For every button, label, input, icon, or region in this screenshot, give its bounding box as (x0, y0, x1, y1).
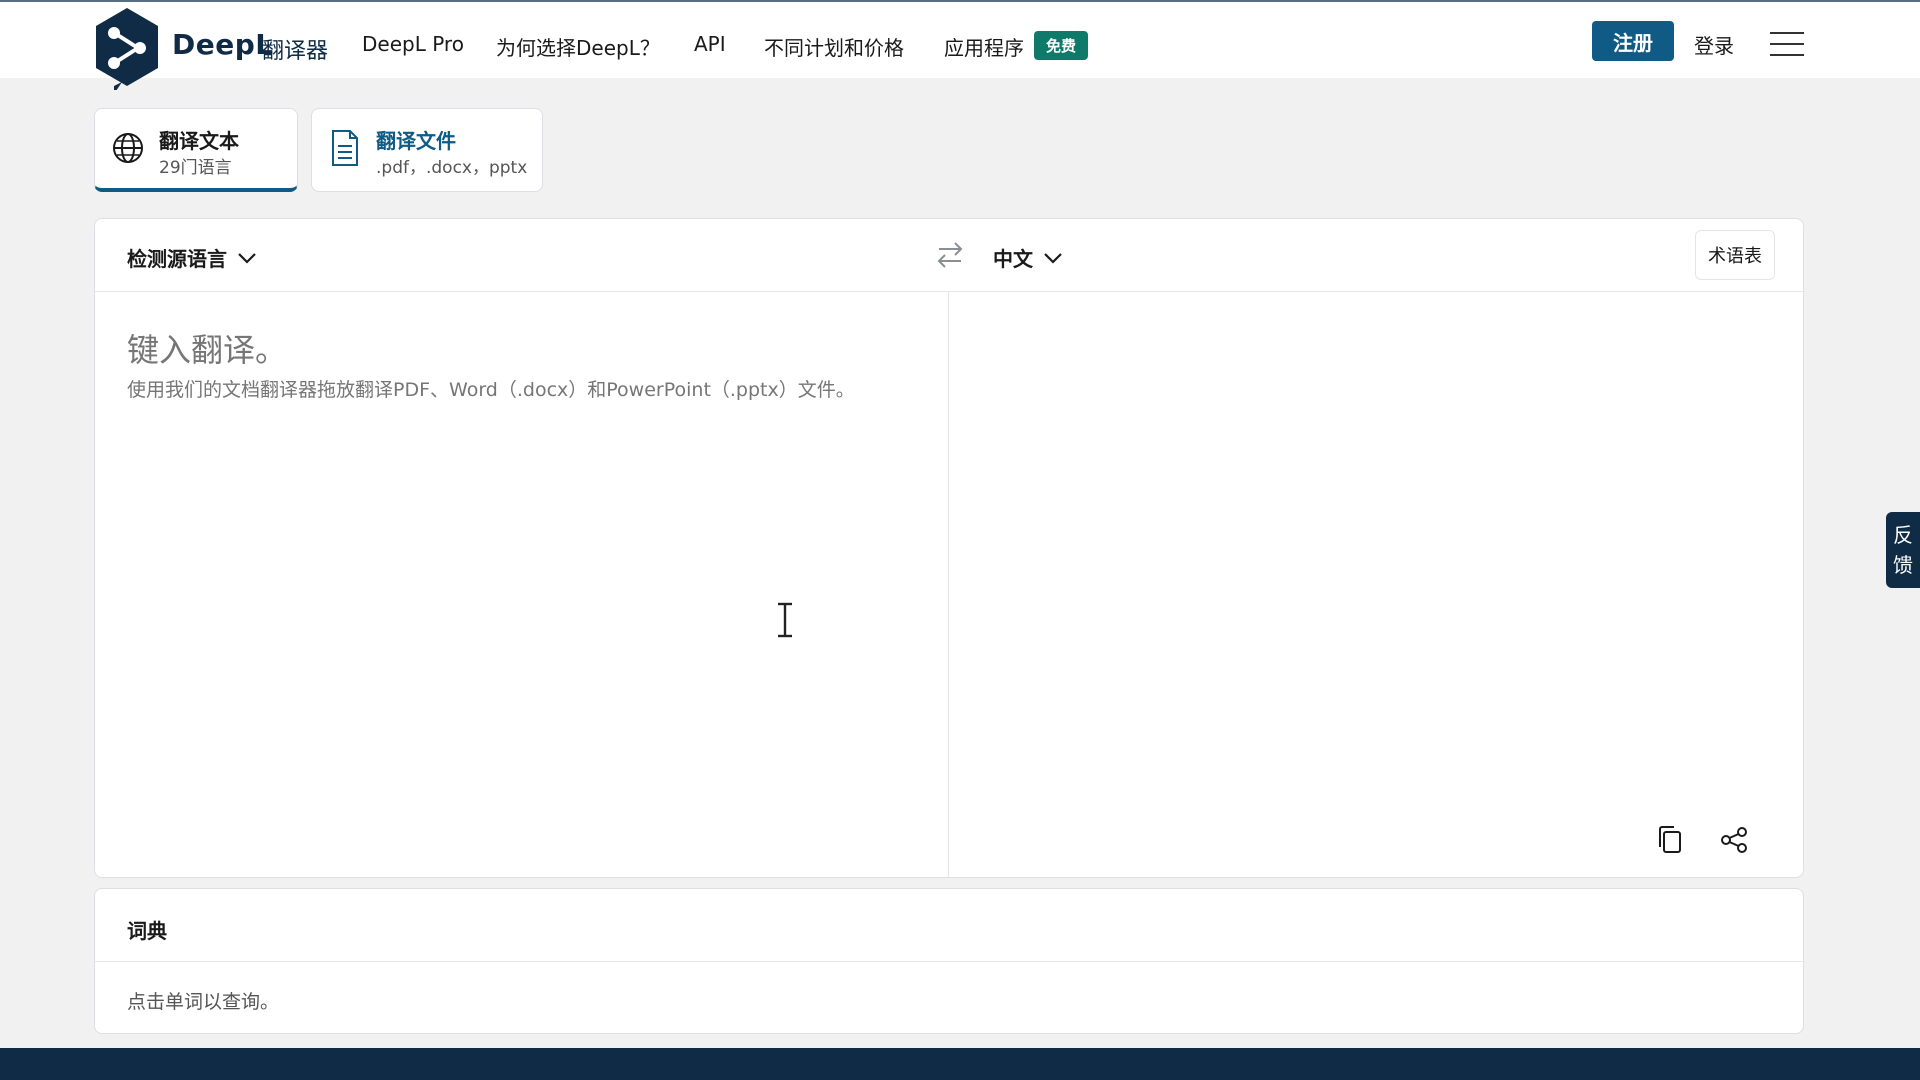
dictionary-hint: 点击单词以查询。 (127, 991, 280, 1013)
nav-plans-pricing[interactable]: 不同计划和价格 (764, 32, 904, 61)
feedback-tab[interactable]: 反 馈 (1886, 512, 1920, 588)
tab-translate-text-title: 翻译文本 (159, 129, 239, 153)
target-text-area[interactable] (949, 293, 1804, 813)
nav-why-deepl[interactable]: 为何选择DeepL？ (496, 32, 660, 61)
glossary-button[interactable]: 术语表 (1695, 230, 1775, 280)
share-icon[interactable] (1719, 825, 1749, 855)
feedback-label-line1: 反 (1893, 523, 1913, 547)
language-bar: 检测源语言 中文 术语表 (95, 219, 1803, 292)
deepl-logo-icon[interactable] (92, 6, 162, 90)
dictionary-divider (95, 961, 1803, 962)
chevron-down-icon (1044, 252, 1062, 264)
signup-button[interactable]: 注册 (1592, 21, 1674, 61)
dictionary-title: 词典 (127, 919, 167, 943)
globe-icon (113, 133, 143, 163)
tab-translate-text-subtitle: 29门语言 (159, 158, 232, 178)
hamburger-menu-icon[interactable] (1770, 32, 1804, 56)
copy-icon[interactable] (1657, 825, 1683, 855)
nav-deepl-pro[interactable]: DeepL Pro (362, 32, 464, 56)
translator-panel: 检测源语言 中文 术语表 键入翻译。 使用我们的文档翻译器拖放翻译PDF、Wor… (94, 218, 1804, 878)
source-placeholder: 键入翻译。 (127, 331, 288, 369)
source-language-label: 检测源语言 (127, 247, 227, 271)
nav-apps[interactable]: 应用程序 (944, 32, 1024, 61)
tab-translate-files[interactable]: 翻译文件 .pdf，.docx，pptx (311, 108, 543, 192)
target-language-select[interactable]: 中文 (993, 243, 1063, 272)
brand-subtitle[interactable]: 翻译器 (262, 33, 328, 65)
chevron-down-icon (238, 252, 256, 264)
brand-name[interactable]: DeepL (172, 28, 274, 61)
swap-languages-icon[interactable] (935, 239, 965, 271)
source-language-select[interactable]: 检测源语言 (127, 243, 257, 272)
top-navigation-bar: DeepL 翻译器 DeepL Pro 为何选择DeepL？ API 不同计划和… (0, 0, 1920, 90)
footer-bar (0, 1048, 1920, 1080)
tab-translate-text[interactable]: 翻译文本 29门语言 (94, 108, 298, 192)
nav-api[interactable]: API (694, 32, 726, 56)
feedback-label-line2: 馈 (1893, 553, 1913, 577)
tab-translate-files-subtitle: .pdf，.docx，pptx (376, 158, 528, 178)
dictionary-panel: 词典 点击单词以查询。 (94, 888, 1804, 1034)
target-language-label: 中文 (993, 247, 1033, 271)
login-button[interactable]: 登录 (1694, 30, 1734, 59)
text-cursor-icon (778, 602, 792, 638)
document-icon (332, 130, 358, 166)
tab-translate-files-title: 翻译文件 (376, 129, 456, 153)
document-drop-hint: 使用我们的文档翻译器拖放翻译PDF、Word（.docx）和PowerPoint… (127, 379, 855, 401)
free-badge[interactable]: 免费 (1034, 31, 1088, 60)
